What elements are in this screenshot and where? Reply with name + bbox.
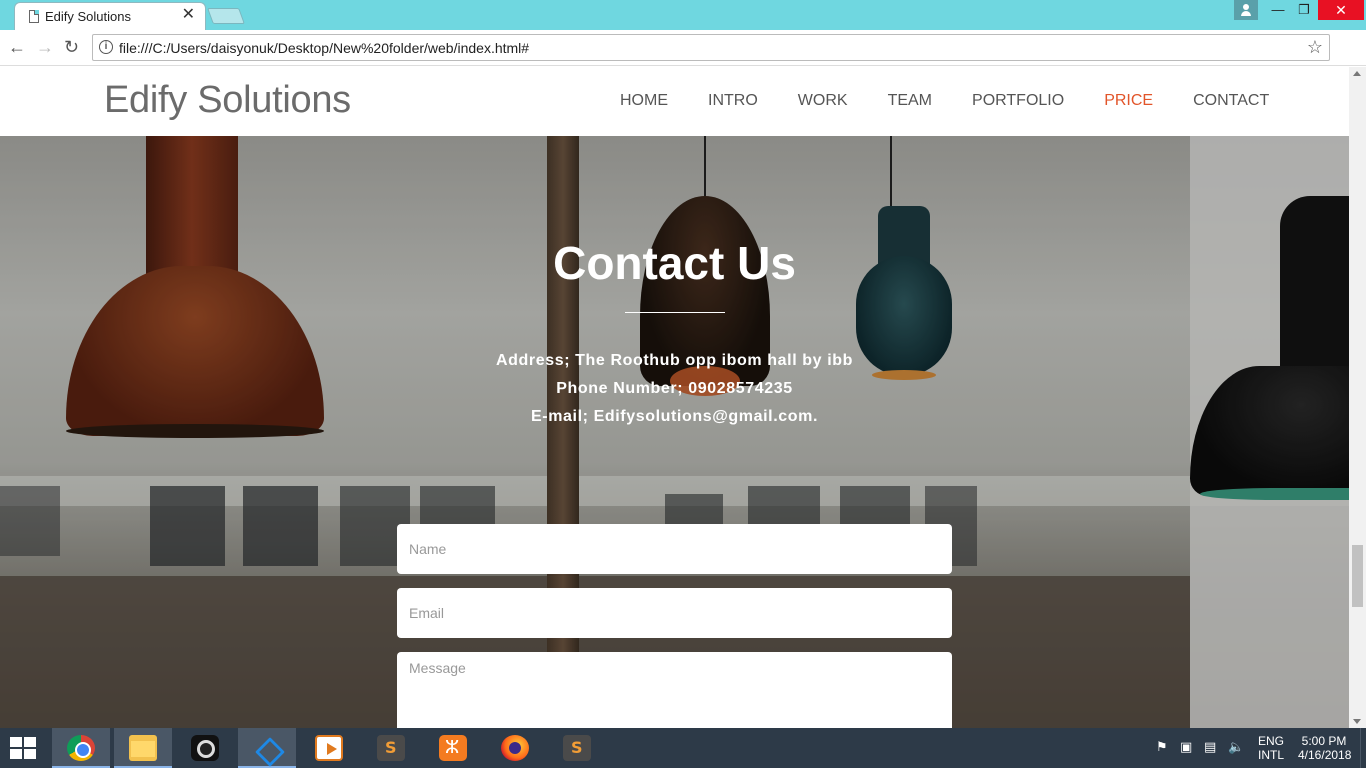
visual-studio-code-icon — [253, 735, 281, 761]
contact-section: Contact Us Address; The Roothub opp ibom… — [0, 136, 1349, 728]
forward-arrow-icon[interactable]: → — [36, 36, 54, 58]
system-clock[interactable]: 5:00 PM 4/16/2018 — [1298, 734, 1352, 762]
nav-contact[interactable]: CONTACT — [1193, 92, 1269, 110]
sublime-text-icon — [563, 735, 591, 761]
volume-icon[interactable]: 🔈 — [1228, 740, 1244, 755]
taskbar-sublime[interactable] — [362, 728, 420, 768]
window-close-button[interactable]: ✕ — [1318, 0, 1364, 20]
page-scrollbar[interactable] — [1349, 67, 1366, 728]
windows-start-icon[interactable] — [10, 737, 38, 759]
site-navigation: HOME INTRO WORK TEAM PORTFOLIO PRICE CON… — [620, 92, 1309, 110]
contact-title: Contact Us — [553, 237, 796, 289]
nav-portfolio[interactable]: PORTFOLIO — [972, 92, 1064, 110]
address-bar[interactable]: i file:///C:/Users/daisyonuk/Desktop/New… — [92, 34, 1330, 61]
site-header: Edify Solutions HOME INTRO WORK TEAM POR… — [0, 67, 1349, 136]
restore-button[interactable]: ❐ — [1290, 0, 1318, 20]
nav-team[interactable]: TEAM — [888, 92, 932, 110]
contact-email: E-mail; Edifysolutions@gmail.com. — [531, 408, 818, 425]
power-icon[interactable]: ▣ — [1180, 740, 1192, 755]
contact-phone: Phone Number; 09028574235 — [556, 380, 793, 397]
scroll-thumb[interactable] — [1352, 545, 1363, 607]
taskbar-camera-app[interactable] — [176, 728, 234, 768]
windows-taskbar: ⚑ ▣ ▤ 🔈 ENG INTL 5:00 PM 4/16/2018 — [0, 728, 1366, 768]
taskbar-sublime-2[interactable] — [548, 728, 606, 768]
message-input[interactable] — [397, 652, 952, 728]
nav-home[interactable]: HOME — [620, 92, 668, 110]
info-icon[interactable]: i — [99, 40, 113, 54]
tab-title: Edify Solutions — [45, 9, 131, 24]
page-document-icon — [29, 10, 39, 23]
action-center-flag-icon[interactable]: ⚑ — [1156, 740, 1168, 755]
name-input[interactable] — [397, 524, 952, 574]
clock-time: 5:00 PM — [1301, 734, 1347, 748]
page-viewport: Edify Solutions HOME INTRO WORK TEAM POR… — [0, 67, 1349, 728]
firefox-icon — [501, 735, 529, 761]
xampp-icon — [439, 735, 467, 761]
chrome-icon — [67, 735, 95, 761]
browser-tab[interactable]: Edify Solutions ✕ — [14, 2, 206, 30]
nav-price[interactable]: PRICE — [1104, 92, 1153, 110]
show-desktop-button[interactable] — [1360, 728, 1366, 768]
new-tab-button[interactable] — [207, 8, 245, 24]
bookmark-star-icon[interactable]: ☆ — [1307, 37, 1323, 58]
taskbar-file-explorer[interactable] — [114, 728, 172, 768]
media-player-icon — [315, 735, 343, 761]
scroll-up-arrow-icon[interactable] — [1353, 71, 1361, 76]
title-divider — [625, 312, 725, 313]
scroll-down-arrow-icon[interactable] — [1353, 719, 1361, 724]
taskbar-firefox[interactable] — [486, 728, 544, 768]
taskbar-chrome[interactable] — [52, 728, 110, 768]
clock-date: 4/16/2018 — [1298, 748, 1352, 762]
browser-toolbar: ← → ↻ i file:///C:/Users/daisyonuk/Deskt… — [0, 30, 1366, 87]
camera-app-icon — [191, 735, 219, 761]
nav-intro[interactable]: INTRO — [708, 92, 758, 110]
keyboard-layout: INTL — [1258, 748, 1285, 762]
file-explorer-icon — [129, 735, 157, 761]
site-logo[interactable]: Edify Solutions — [104, 79, 351, 122]
sublime-text-icon — [377, 735, 405, 761]
tab-close-icon[interactable]: ✕ — [182, 7, 195, 23]
browser-title-bar: Edify Solutions ✕ — ❐ ✕ — [0, 0, 1366, 30]
taskbar-vscode[interactable] — [238, 728, 296, 768]
back-arrow-icon[interactable]: ← — [8, 36, 26, 58]
url-text[interactable]: file:///C:/Users/daisyonuk/Desktop/New%2… — [119, 40, 529, 56]
email-input[interactable] — [397, 588, 952, 638]
minimize-button[interactable]: — — [1264, 0, 1292, 20]
user-profile-icon[interactable] — [1234, 0, 1258, 20]
taskbar-xampp[interactable] — [424, 728, 482, 768]
network-icon[interactable]: ▤ — [1204, 740, 1216, 755]
nav-work[interactable]: WORK — [798, 92, 848, 110]
reload-icon[interactable]: ↻ — [64, 36, 79, 58]
language-code: ENG — [1258, 734, 1285, 748]
input-language[interactable]: ENG INTL — [1258, 734, 1284, 762]
contact-address: Address; The Roothub opp ibom hall by ib… — [495, 352, 854, 369]
taskbar-media-player[interactable] — [300, 728, 358, 768]
